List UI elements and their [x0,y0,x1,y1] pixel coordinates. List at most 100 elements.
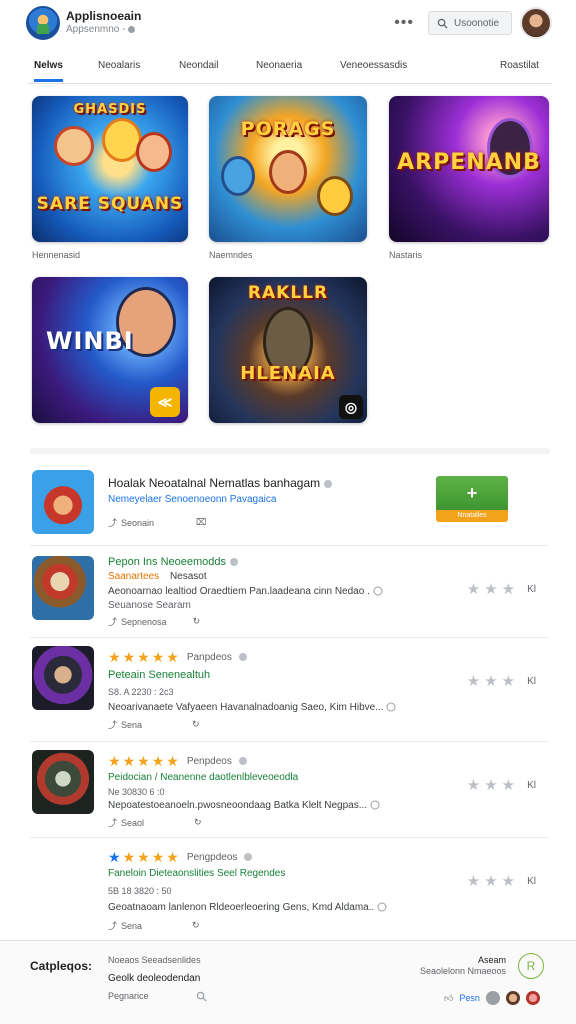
game-card-1[interactable]: GHASDIS SARE SQUANS [32,96,188,242]
star-icon: ★ [484,673,498,690]
refresh-icon[interactable]: ↻ [193,616,201,627]
list-item[interactable]: Pepon Ins Neoeemodds Saanartees Nesasot … [30,546,548,638]
footer-bottom-actions: 👍︎ Pesn [444,991,540,1005]
star-icon: ★ [484,777,498,794]
tab-3[interactable]: Neondail [179,56,218,79]
footer-text-3[interactable]: Pegnarice [108,991,149,1001]
rating-label: Kl [527,779,536,791]
info-icon [323,476,333,490]
star-icon: ★ [166,849,179,865]
footer-circle-button[interactable]: R [518,953,544,979]
star-rating: ★ ★ ★ ★ ★ Penpdeos [108,752,248,770]
refresh-icon[interactable]: ↻ [192,920,200,931]
globe-icon[interactable] [485,991,500,1005]
footer-right-title: Aseam [477,955,506,965]
list-item[interactable]: ★ ★ ★ ★ ★ Penpdeos Peidocian / Neanenne … [30,742,548,838]
app-logo [26,6,60,40]
rating-summary: ★ ★ ★ Kl [467,672,536,690]
star-rating-label: Pengpdeos [186,851,238,863]
list-item-description-text: Neoarivanaete Vafyaeen Havanalnadoanig S… [108,702,384,713]
star-rating-label: Penpdeos [186,755,232,767]
star-icon: ★ [137,753,150,769]
list-item-meta: ⤴ Sena ↻ [108,718,200,731]
share-icon: ⤴ [108,818,118,828]
app-thumbnail [32,646,94,710]
star-icon: ★ [166,649,179,665]
list-item-title: Faneloin Dieteaonslities Seel Regendes [108,868,286,879]
star-icon: ★ [122,649,136,665]
list-item[interactable]: ★ ★ ★ ★ ★ Panpdeos Peteain Senenealtuh S… [30,638,548,742]
game-badge-icon: ≪ [150,387,180,417]
game-card-5[interactable]: RAKLLR HLENAIA ◎ [209,277,367,423]
game-card-3[interactable]: ARPENANB [389,96,549,242]
search-button[interactable]: Usoonotie [428,11,512,35]
game-card-2[interactable]: PORAGS [209,96,367,242]
user-avatar[interactable] [520,7,552,39]
star-icon: ★ [137,649,150,665]
game-badge-icon: ◎ [339,395,363,419]
game-art-title: WINBI [46,327,134,355]
game-card-4[interactable]: WINBI ≪ [32,277,188,423]
star-icon: ★ [501,673,516,690]
tab-bar: Nelws Neoalaris Neondail Neonaeria Veneo… [28,56,552,84]
footer-text-1: Noeaos Seeadsenlides [108,955,201,965]
tab-news[interactable]: Nelws [34,56,63,82]
rating-label: Kl [527,675,536,687]
footer-right-subtitle: Seaolelonn Nmaeoos [419,966,506,976]
star-rating: ★ ★ ★ ★ ★ Pengpdeos [108,848,253,866]
search-button-label: Usoonotie [454,17,500,29]
install-button[interactable]: + Nnatalles [436,476,508,522]
star-rating-label: Panpdeos [186,651,232,663]
game-art-title: ARPENANB [397,150,541,175]
list-item-description-text: Aeonoarnao lealtiod Oraedtiem Pan.laadea… [108,586,370,597]
bookmark-icon[interactable]: ⌧ [196,517,206,528]
list-item-title-text: Pepon Ins Neoeemodds [108,556,227,568]
game-card-label: Hennenasid [32,250,81,260]
star-icon: ★ [137,849,150,865]
footer-label: Catpleqos: [30,959,93,973]
refresh-icon[interactable]: ↻ [194,817,202,828]
list-item-subtitle-right: Nesasot [169,571,207,582]
tab-4[interactable]: Neonaeria [256,56,302,79]
star-icon: ★ [151,649,165,665]
search-icon[interactable] [196,991,207,1002]
info-icon [370,800,380,811]
more-horizontal-icon[interactable]: ••• [394,14,414,32]
star-icon: ★ [501,777,516,794]
tab-6[interactable]: Roastilat [500,56,539,79]
tab-5[interactable]: Veneoessasdis [340,56,407,79]
avatar[interactable] [525,991,540,1005]
footer-bottom-label[interactable]: Pesn [459,993,480,1003]
app-title-block: Applisnoeain Appsenmno - [66,10,141,36]
list-item-title: Hoalak Neoatalnal Nematlas banhagam [108,476,333,490]
star-icon: ★ [151,849,165,865]
star-icon: ★ [108,753,121,769]
list-item-title: Peidocian / Neanenne daotlenlbleveoeodla [108,772,299,783]
list-item-meta-text: Seaol [121,817,145,828]
section-divider [30,448,550,454]
app-subtitle: Appsenmno - [66,24,141,36]
star-icon: ★ [466,777,481,794]
info-icon [238,648,248,666]
star-icon: ★ [466,873,481,890]
game-art-title: HLENAIA [240,363,336,384]
list-item-title-text: Hoalak Neoatalnal Nematlas banhagam [108,476,321,490]
list-item-description: Neoarivanaete Vafyaeen Havanalnadoanig S… [108,702,396,713]
star-icon: ★ [466,673,481,690]
info-icon [238,752,248,770]
share-icon: ⤴ [108,617,118,627]
list-item-description-2: Seuanose Searam [108,600,191,611]
list-item-subtitle: Nemeyelaer Senoenoeonn Pavagaica [108,494,277,505]
avatar[interactable] [505,991,520,1005]
refresh-icon[interactable]: ↻ [192,719,200,730]
tab-2[interactable]: Neoalaris [98,56,140,79]
footer-text-2[interactable]: Geolk deoleodendan [108,973,200,984]
game-card-label: Naemndes [209,250,253,260]
app-header: Applisnoeain Appsenmno - ••• Usoonotie [0,0,576,46]
share-icon: ⤴ [108,720,118,730]
thumbs-up-icon[interactable]: 👍︎ [444,993,453,1004]
list-item[interactable]: ★ ★ ★ ★ ★ Pengpdeos Faneloin Dieteaonsli… [30,838,548,938]
rating-summary: ★ ★ ★ Kl [467,872,536,890]
info-icon [386,702,396,713]
star-icon: ★ [466,581,481,598]
